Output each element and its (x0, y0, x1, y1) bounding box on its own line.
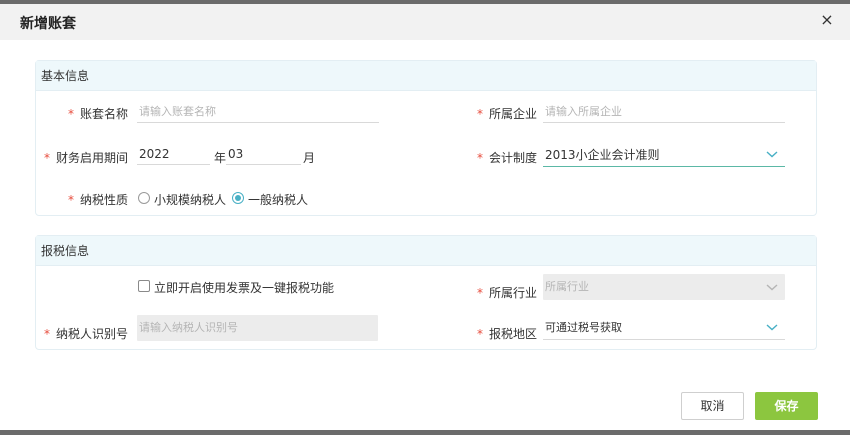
tax-region-label: * 报税地区 (476, 327, 537, 341)
chevron-down-icon (766, 151, 778, 158)
enable-invoice-checkbox[interactable] (138, 280, 150, 292)
basic-info-section: 基本信息 (35, 60, 817, 216)
save-button[interactable]: 保存 (755, 392, 818, 420)
tax-region-select[interactable]: 可通过税号获取 (543, 316, 785, 340)
enable-invoice-label: 立即开启使用发票及一键报税功能 (154, 281, 335, 295)
radio-small-scale[interactable] (138, 192, 150, 204)
radio-general-label: 一般纳税人 (248, 193, 309, 207)
company-label: * 所属企业 (476, 107, 537, 121)
period-year-input[interactable]: 2022 (137, 143, 210, 165)
required-mark: * (476, 286, 483, 300)
basic-info-section-title: 基本信息 (36, 61, 816, 91)
tax-info-section-title: 报税信息 (36, 236, 816, 266)
required-mark: * (67, 107, 74, 121)
account-name-input[interactable]: 请输入账套名称 (137, 101, 379, 123)
required-mark: * (67, 193, 74, 207)
chevron-down-icon (766, 284, 778, 291)
month-unit: 月 (303, 151, 316, 165)
cancel-button[interactable]: 取消 (681, 392, 744, 420)
accounting-system-select[interactable]: 2013小企业会计准则 (543, 143, 785, 167)
taxpayer-id-label: * 纳税人识别号 (43, 327, 128, 341)
required-mark: * (43, 327, 50, 341)
add-account-set-dialog: 新增账套 × 基本信息 * 账套名称 请输入账套名称 * 所属企业 请输入所属企业 … (0, 4, 850, 430)
radio-general[interactable] (232, 192, 244, 204)
industry-placeholder: 所属行业 (545, 280, 589, 293)
radio-small-scale-label: 小规模纳税人 (154, 193, 227, 207)
required-mark: * (43, 151, 50, 165)
chevron-down-icon (766, 324, 778, 331)
required-mark: * (476, 327, 483, 341)
industry-select[interactable]: 所属行业 (543, 274, 785, 300)
accounting-system-value: 2013小企业会计准则 (545, 148, 660, 162)
company-input[interactable]: 请输入所属企业 (543, 101, 785, 123)
required-mark: * (476, 107, 483, 121)
dialog-header: 新增账套 × (0, 4, 850, 40)
dialog-title: 新增账套 (20, 16, 76, 32)
close-icon[interactable]: × (818, 11, 836, 29)
required-mark: * (476, 151, 483, 165)
industry-label: * 所属行业 (476, 286, 537, 300)
period-label: * 财务启用期间 (43, 151, 128, 165)
account-name-label: * 账套名称 (67, 107, 128, 121)
taxpayer-id-input[interactable]: 请输入纳税人识别号 (137, 315, 378, 341)
year-unit: 年 (214, 151, 227, 165)
tax-region-placeholder: 可通过税号获取 (545, 321, 622, 334)
accounting-system-label: * 会计制度 (476, 151, 537, 165)
taxpayer-type-label: * 纳税性质 (67, 193, 128, 207)
period-month-input[interactable]: 03 (226, 143, 301, 165)
